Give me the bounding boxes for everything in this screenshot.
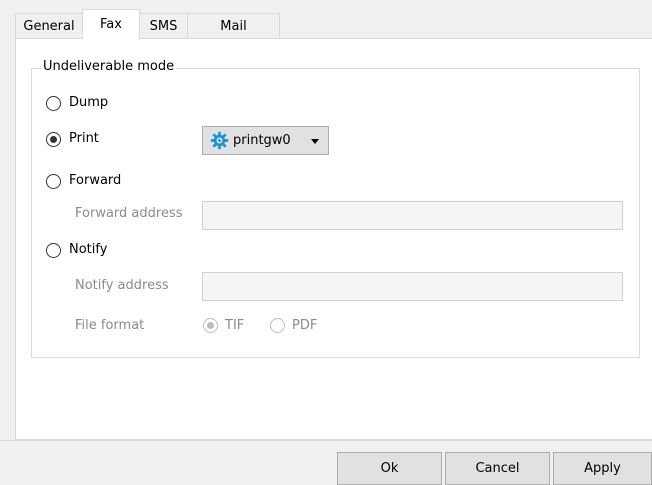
fax-tab-panel: [15, 38, 652, 440]
print-radio[interactable]: [46, 132, 61, 147]
notify-label: Notify: [69, 242, 108, 257]
chevron-down-icon: [311, 139, 319, 144]
file-format-label: File format: [75, 318, 145, 333]
tif-label: TIF: [225, 318, 245, 333]
gear-icon: [210, 131, 229, 150]
tab-sms[interactable]: SMS: [139, 13, 188, 38]
print-label: Print: [69, 131, 99, 146]
notify-address-field[interactable]: [202, 272, 623, 301]
pdf-label: PDF: [292, 318, 318, 333]
tab-fax[interactable]: Fax: [82, 9, 140, 39]
pdf-radio[interactable]: [270, 318, 285, 333]
notify-radio[interactable]: [46, 243, 61, 258]
tif-radio[interactable]: [203, 318, 218, 333]
cancel-button[interactable]: Cancel: [445, 452, 550, 485]
tab-mail[interactable]: Mail: [187, 13, 280, 38]
footer-divider: [0, 440, 652, 441]
tab-fax-label: Fax: [100, 17, 122, 32]
tab-general-label: General: [23, 18, 75, 34]
group-title: Undeliverable mode: [41, 59, 177, 75]
forward-radio[interactable]: [46, 174, 61, 189]
forward-label: Forward: [69, 173, 122, 188]
forward-address-field[interactable]: [202, 201, 623, 230]
tab-sms-label: SMS: [149, 18, 178, 34]
tab-mail-label: Mail: [220, 18, 247, 34]
ok-button[interactable]: Ok: [337, 452, 442, 485]
printer-dropdown-value: printgw0: [233, 133, 291, 148]
forward-address-label: Forward address: [75, 206, 183, 221]
dump-label: Dump: [69, 95, 109, 110]
tab-general[interactable]: General: [15, 13, 83, 38]
notify-address-label: Notify address: [75, 278, 169, 293]
dump-radio[interactable]: [46, 96, 61, 111]
apply-button[interactable]: Apply: [553, 452, 652, 485]
printer-dropdown[interactable]: printgw0: [202, 126, 329, 155]
